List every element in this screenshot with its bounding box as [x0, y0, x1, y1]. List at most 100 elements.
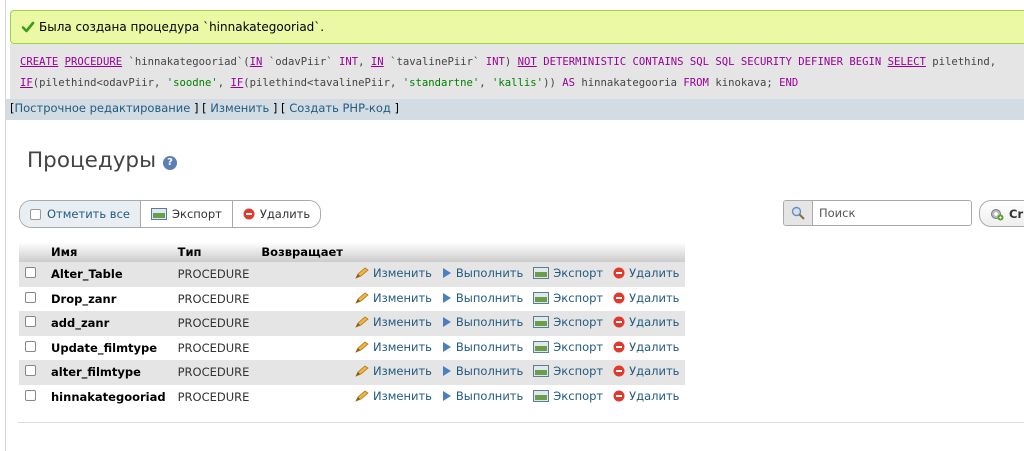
delete-button[interactable]: Удалить: [232, 201, 321, 227]
drop-action-link[interactable]: Удалить: [613, 291, 679, 305]
success-message: Была создана процедура `hinnakategooriad…: [10, 10, 1024, 44]
drop-action-link[interactable]: Удалить: [613, 364, 679, 378]
delete-label: Удалить: [259, 207, 311, 221]
sql-keyword[interactable]: IN: [371, 56, 384, 68]
execute-action-link[interactable]: Выполнить: [442, 315, 523, 329]
sql-function[interactable]: IF: [20, 77, 33, 89]
pencil-icon: [355, 341, 369, 353]
execute-action-link[interactable]: Выполнить: [442, 364, 523, 378]
row-checkbox[interactable]: [25, 316, 36, 328]
row-checkbox[interactable]: [25, 365, 36, 377]
create-php-link[interactable]: Создать PHP-код: [289, 101, 391, 115]
execute-action-label: Выполнить: [455, 339, 524, 354]
routine-name: alter_filmtype: [45, 360, 172, 385]
delete-icon: [613, 341, 625, 353]
edit-action-link[interactable]: Изменить: [355, 364, 432, 378]
sql-text: (pilethind<odavPiir,: [32, 77, 167, 89]
export-action-label: Экспорт: [553, 315, 604, 330]
checkmark-icon: [21, 21, 35, 33]
help-icon[interactable]: ?: [163, 156, 177, 170]
sql-keyword: DETERMINISTIC CONTAINS SQL SQL SECURITY …: [543, 56, 882, 68]
edit-action-link[interactable]: Изменить: [355, 266, 432, 280]
play-icon: [442, 366, 451, 377]
export-action-label: Экспорт: [553, 388, 604, 403]
sql-function[interactable]: IF: [231, 77, 244, 89]
routine-type: PROCEDURE: [171, 286, 256, 311]
edit-action-link[interactable]: Изменить: [355, 315, 432, 329]
sql-keyword[interactable]: NOT: [518, 56, 537, 68]
returns-column-header[interactable]: Возвращает: [255, 242, 349, 262]
export-action-link[interactable]: Экспорт: [533, 340, 603, 354]
name-column-header[interactable]: Имя: [45, 242, 172, 262]
table-row: Update_filmtype PROCEDURE Изменить Выполнит…: [19, 335, 686, 360]
sql-identifier: `odavPiir`: [268, 56, 333, 68]
execute-action-link[interactable]: Выполнить: [442, 266, 523, 280]
execute-action-label: Выполнить: [455, 388, 524, 403]
row-checkbox[interactable]: [25, 340, 36, 352]
sql-keyword: INT: [485, 56, 505, 68]
search-box: [783, 200, 972, 226]
sql-keyword[interactable]: CREATE: [20, 56, 58, 68]
pencil-icon: [355, 365, 369, 378]
sql-keyword[interactable]: PROCEDURE: [65, 56, 122, 68]
execute-action-link[interactable]: Выполнить: [442, 389, 523, 403]
edit-link[interactable]: Изменить: [210, 101, 269, 115]
sql-line-1: CREATE PROCEDURE `hinnakategooriad`(IN `…: [20, 56, 997, 68]
pencil-icon: [355, 267, 369, 280]
export-action-link[interactable]: Экспорт: [533, 266, 603, 280]
success-text: Была создана процедура `hinnakategooriad…: [39, 20, 325, 34]
search-input[interactable]: [813, 201, 971, 225]
sql-keyword[interactable]: SELECT: [888, 56, 926, 68]
row-checkbox[interactable]: [25, 291, 36, 303]
drop-action-label: Удалить: [629, 266, 680, 281]
check-all-button[interactable]: Отметить все: [20, 201, 141, 227]
edit-action-link[interactable]: Изменить: [355, 389, 432, 403]
export-action-link[interactable]: Экспорт: [533, 364, 603, 378]
row-checkbox-cell: [19, 286, 45, 311]
execute-action-link[interactable]: Выполнить: [442, 291, 523, 305]
routine-returns: [255, 311, 349, 336]
row-checkbox-cell: [19, 311, 45, 336]
routine-name: hinnakategooriad: [45, 384, 172, 409]
sql-keyword: END: [779, 77, 799, 89]
routine-name: add_zanr: [45, 311, 172, 336]
sql-identifier: `tavalinePiir`: [390, 56, 480, 68]
table-row: Alter_Table PROCEDURE Изменить Выполнить Экс…: [19, 262, 686, 287]
checkbox-header: [19, 242, 45, 262]
row-actions: Изменить Выполнить Экспорт Удалить: [348, 335, 686, 360]
export-button[interactable]: Экспорт: [140, 201, 233, 227]
inline-edit-link[interactable]: Построчное редактирование: [15, 101, 191, 115]
drop-action-label: Удалить: [629, 388, 680, 403]
drop-action-link[interactable]: Удалить: [613, 389, 679, 403]
search-icon: [784, 201, 813, 225]
routine-name: Update_filmtype: [45, 335, 172, 360]
row-checkbox[interactable]: [25, 389, 36, 401]
drop-action-link[interactable]: Удалить: [613, 266, 679, 280]
left-panel-edge: [0, 0, 6, 451]
drop-action-link[interactable]: Удалить: [613, 315, 679, 329]
sql-keyword[interactable]: IN: [250, 56, 263, 68]
row-checkbox[interactable]: [25, 267, 36, 279]
routine-returns: [255, 286, 349, 311]
export-icon: [150, 208, 167, 220]
play-icon: [442, 292, 451, 303]
execute-action-link[interactable]: Выполнить: [442, 340, 523, 354]
edit-action-link[interactable]: Изменить: [355, 291, 432, 305]
export-action-link[interactable]: Экспорт: [533, 315, 603, 329]
edit-action-link[interactable]: Изменить: [355, 340, 432, 354]
type-column-header[interactable]: Тип: [171, 242, 256, 262]
export-action-label: Экспорт: [553, 339, 604, 354]
drop-action-label: Удалить: [629, 290, 680, 305]
sql-text: (pilethind<tavalinePiir,: [243, 77, 403, 89]
drop-action-link[interactable]: Удалить: [613, 340, 679, 354]
execute-action-label: Выполнить: [455, 266, 524, 281]
export-icon: [533, 291, 550, 304]
create-routine-button[interactable]: Cr: [979, 200, 1024, 227]
export-action-link[interactable]: Экспорт: [533, 389, 603, 403]
export-action-label: Экспорт: [553, 266, 604, 281]
export-action-label: Экспорт: [553, 290, 604, 305]
export-action-link[interactable]: Экспорт: [533, 291, 603, 305]
sql-identifier: hinnakategooria: [581, 77, 678, 89]
export-action-label: Экспорт: [553, 364, 604, 379]
row-actions: Изменить Выполнить Экспорт Удалить: [348, 286, 686, 311]
